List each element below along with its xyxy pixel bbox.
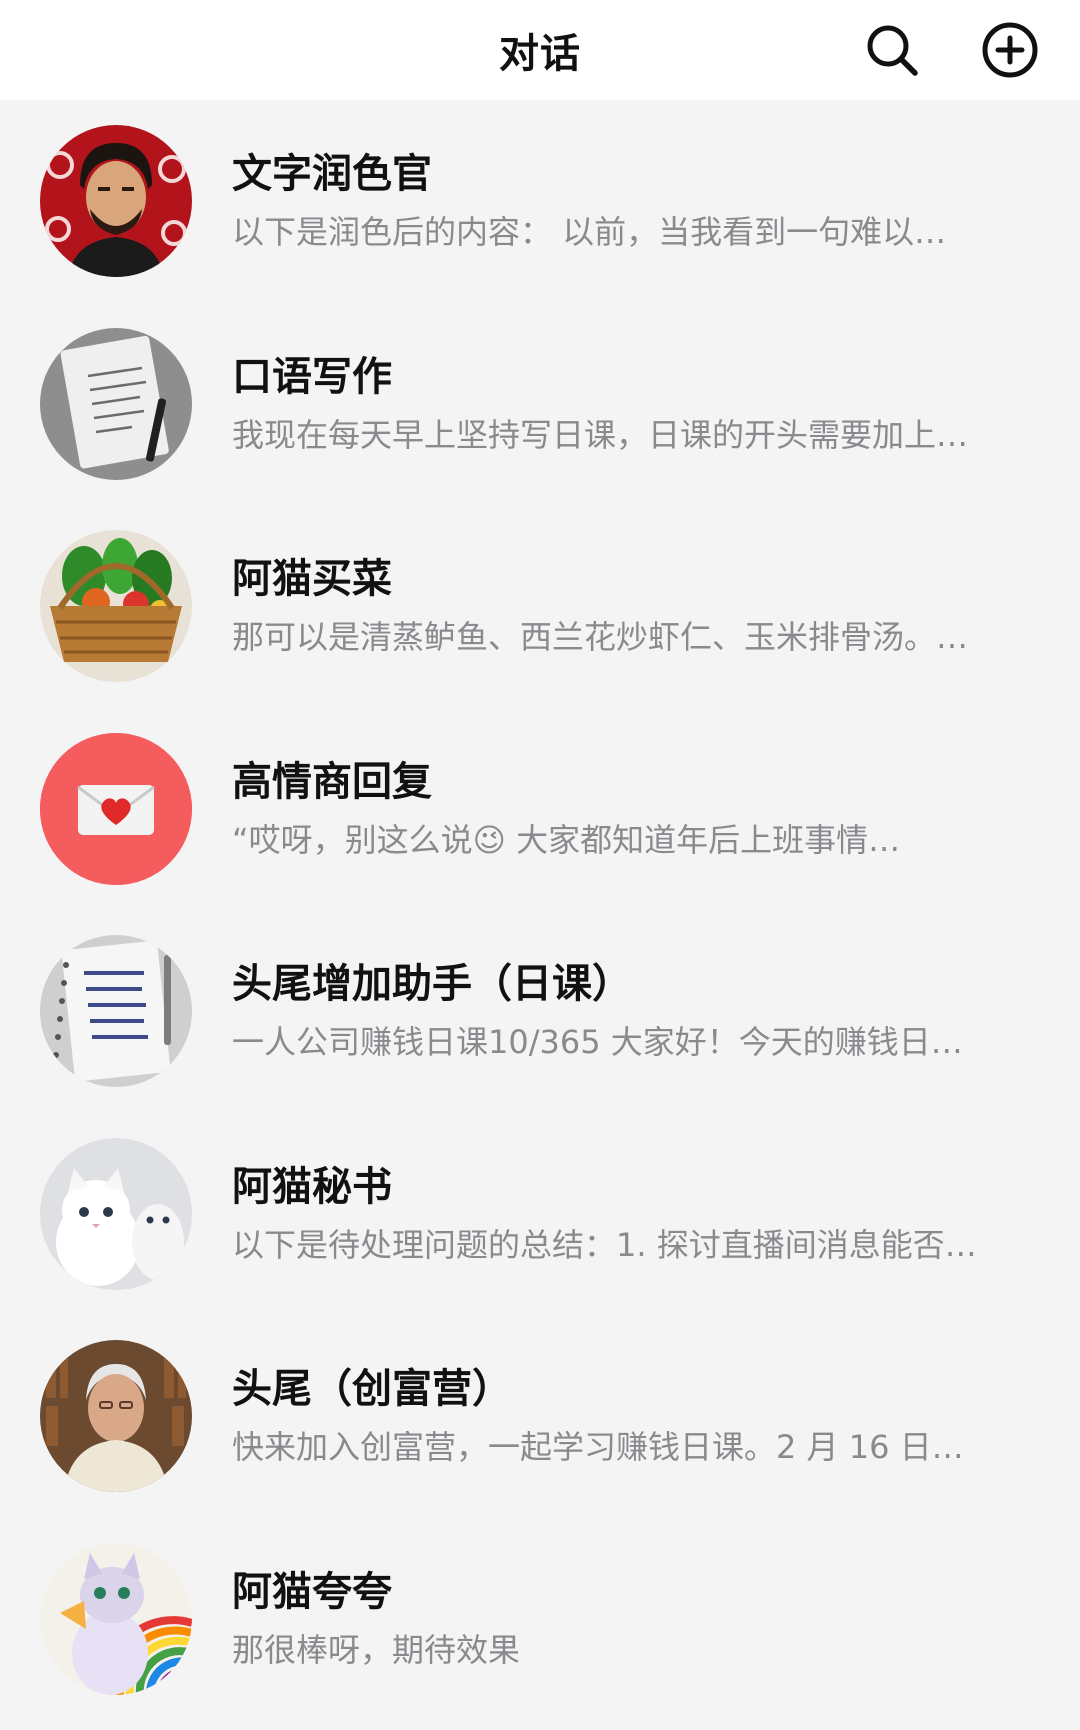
list-item[interactable]: 头尾（创富营） 快来加入创富营，一起学习赚钱日课。2 月 16 日…	[0, 1315, 1080, 1518]
list-item[interactable]: 阿猫夸夸 那很棒呀，期待效果	[0, 1518, 1080, 1721]
list-item[interactable]: 高情商回复 “哎呀，别这么说😉 大家都知道年后上班事情…	[0, 708, 1080, 911]
elderly-man-avatar	[40, 1340, 192, 1493]
chat-name: 头尾（创富营）	[232, 1366, 512, 1413]
chat-preview: 我现在每天早上坚持写日课，日课的开头需要加上…	[232, 415, 969, 454]
chat-preview: 快来加入创富营，一起学习赚钱日课。2 月 16 日…	[232, 1428, 964, 1467]
search-icon	[867, 25, 918, 76]
conversation-list: 文字润色官 以下是润色后的内容： 以前，当我看到一句难以… 口语写作 我现在每天…	[0, 100, 1080, 1720]
chat-preview: “哎呀，别这么说😉 大家都知道年后上班事情…	[232, 820, 901, 859]
handwriting-notebook-avatar	[40, 935, 192, 1088]
chat-name: 阿猫夸夸	[232, 1568, 392, 1615]
chat-name: 口语写作	[232, 353, 392, 400]
plus-circle-icon	[982, 22, 1038, 78]
heart-envelope-avatar	[40, 732, 192, 885]
chat-name: 高情商回复	[232, 758, 432, 805]
white-kittens-avatar	[40, 1137, 192, 1290]
chat-preview: 那可以是清蒸鲈鱼、西兰花炒虾仁、玉米排骨汤。…	[232, 618, 969, 657]
chat-preview: 以下是待处理问题的总结：1. 探讨直播间消息能否…	[232, 1225, 977, 1264]
list-item[interactable]: 阿猫秘书 以下是待处理问题的总结：1. 探讨直播间消息能否…	[0, 1113, 1080, 1316]
chat-preview: 那很棒呀，期待效果	[232, 1630, 521, 1669]
rainbow-cat-avatar	[40, 1542, 192, 1695]
chat-preview: 以下是润色后的内容： 以前，当我看到一句难以…	[232, 213, 947, 252]
top-bar: 对话	[0, 0, 1080, 100]
chat-preview: 一人公司赚钱日课10/365 大家好！今天的赚钱日…	[232, 1023, 963, 1062]
notebook-avatar	[40, 327, 192, 480]
search-button[interactable]	[862, 20, 922, 80]
new-chat-button[interactable]	[980, 20, 1040, 80]
vegetable-basket-avatar	[40, 530, 192, 683]
header-actions	[862, 0, 1040, 100]
chat-name: 文字润色官	[232, 151, 432, 198]
chat-name: 阿猫秘书	[232, 1163, 392, 1210]
list-item[interactable]: 头尾增加助手（日课） 一人公司赚钱日课10/365 大家好！今天的赚钱日…	[0, 910, 1080, 1113]
page-title: 对话	[499, 31, 581, 77]
list-item[interactable]: 文字润色官 以下是润色后的内容： 以前，当我看到一句难以…	[0, 100, 1080, 303]
bearded-man-avatar	[40, 125, 192, 278]
list-item[interactable]: 阿猫买菜 那可以是清蒸鲈鱼、西兰花炒虾仁、玉米排骨汤。…	[0, 505, 1080, 708]
chat-name: 头尾增加助手（日课）	[232, 961, 632, 1008]
chat-name: 阿猫买菜	[232, 556, 392, 603]
list-item[interactable]: 口语写作 我现在每天早上坚持写日课，日课的开头需要加上…	[0, 303, 1080, 506]
